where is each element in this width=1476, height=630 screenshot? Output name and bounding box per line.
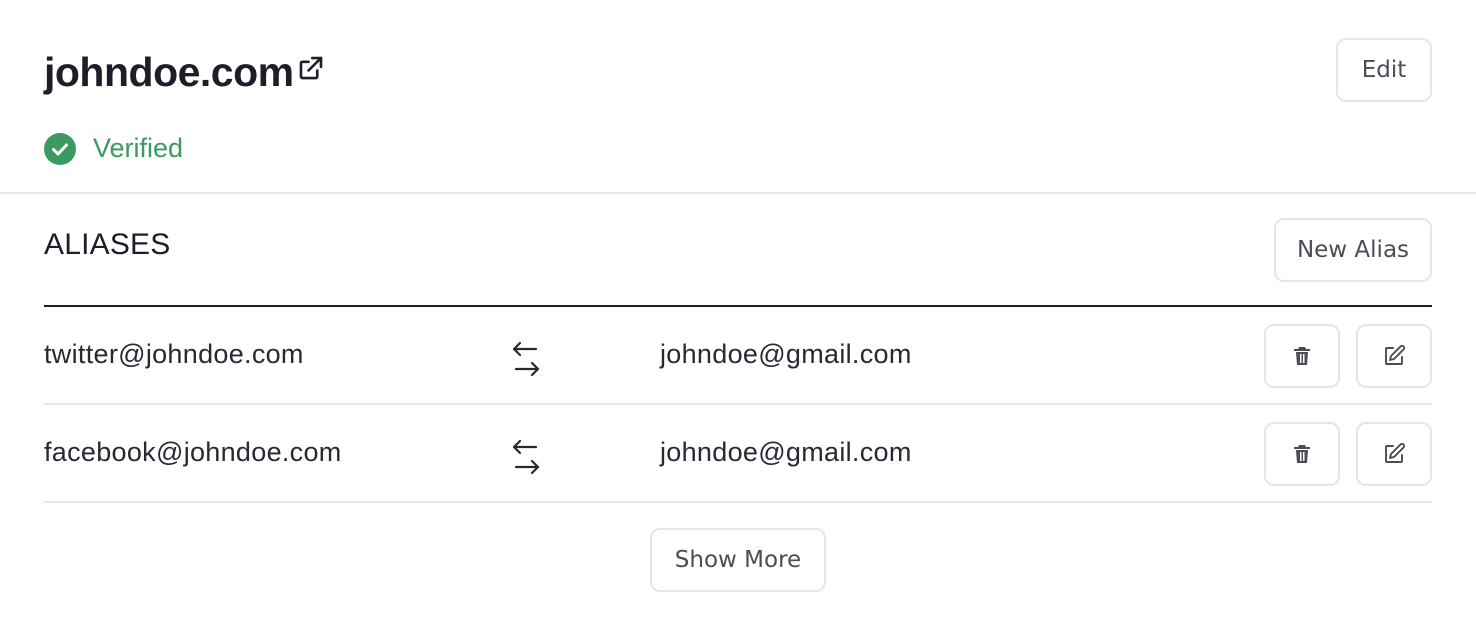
delete-alias-button[interactable] — [1264, 422, 1340, 486]
show-more-button[interactable]: Show More — [650, 528, 826, 592]
verified-label: Verified — [93, 133, 184, 163]
aliases-heading: ALIASES — [44, 228, 171, 261]
delete-alias-button[interactable] — [1264, 324, 1340, 388]
pencil-square-icon — [1385, 345, 1405, 365]
swap-arrows-icon — [512, 341, 540, 377]
verification-status: Verified — [44, 132, 183, 165]
edit-alias-button[interactable] — [1356, 422, 1432, 486]
domain-link[interactable]: johndoe.com — [44, 49, 294, 96]
domain-header: johndoe.com Edit Verified — [0, 0, 1476, 194]
check-circle-icon — [44, 132, 76, 165]
pencil-square-icon — [1385, 443, 1405, 463]
alias-target: johndoe@gmail.com — [660, 339, 912, 369]
edit-alias-button[interactable] — [1356, 324, 1432, 388]
external-link-icon[interactable] — [296, 53, 326, 83]
alias-address: facebook@johndoe.com — [44, 437, 342, 467]
alias-row: twitter@johndoe.com johndoe@gmail.com — [44, 307, 1432, 405]
swap-arrows-icon — [512, 439, 540, 475]
trash-icon — [1294, 445, 1310, 463]
trash-icon — [1294, 347, 1310, 365]
edit-domain-button[interactable]: Edit — [1336, 38, 1432, 102]
domain-title-group: johndoe.com — [44, 46, 326, 98]
alias-target: johndoe@gmail.com — [660, 437, 912, 467]
alias-row: facebook@johndoe.com johndoe@gmail.com — [44, 405, 1432, 503]
alias-address: twitter@johndoe.com — [44, 339, 304, 369]
new-alias-button[interactable]: New Alias — [1274, 218, 1432, 282]
